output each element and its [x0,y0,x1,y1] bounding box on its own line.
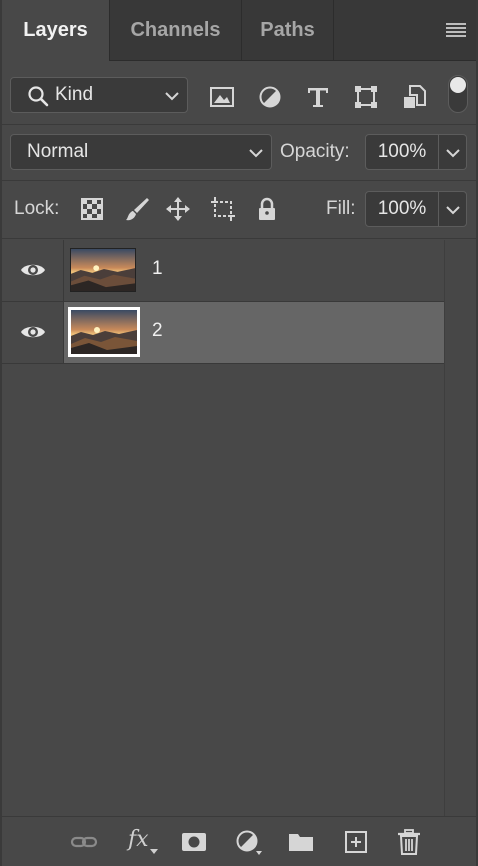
blend-row: Normal Opacity: 100% [2,125,476,181]
filter-row: Kind [2,61,476,125]
fx-icon[interactable]: fx [124,827,160,855]
layers-panel: Layers Channels Paths Kind Normal Opacit… [0,0,478,866]
layer-list-scrollbar[interactable] [444,240,476,816]
delete-layer-icon[interactable] [395,829,423,855]
fx-dropdown-arrow-icon [150,849,158,854]
bottom-toolbar: fx [2,816,476,866]
fill-dropdown-button[interactable] [439,191,467,227]
chevron-down-icon [165,92,179,101]
toggle-knob [450,77,466,93]
layer-row-selected[interactable]: 2 [2,302,444,364]
chevron-down-icon [446,206,460,215]
layer-row[interactable]: 1 [2,240,444,302]
layer-list: 1 2 [2,240,444,816]
layer-name[interactable]: 2 [152,320,163,342]
fill-input[interactable]: 100% [365,191,439,227]
new-layer-icon[interactable] [342,829,370,855]
lock-image-pixels-brush-icon[interactable] [124,196,150,222]
lock-artboard-icon[interactable] [210,196,236,222]
lock-position-move-icon[interactable] [165,196,191,222]
lock-transparent-pixels-icon[interactable] [79,196,105,222]
type-filter-icon[interactable] [305,85,331,109]
landscape-thumbnail-image [71,310,137,354]
fill-label: Fill: [326,198,356,219]
opacity-label: Opacity: [280,141,350,162]
adjustment-layer-icon[interactable] [234,829,262,855]
visibility-toggle[interactable] [2,302,64,363]
tab-layers[interactable]: Layers [2,0,110,61]
search-icon [28,86,49,107]
panel-menu-icon[interactable] [446,22,466,38]
lock-row: Lock: Fill: 100% [2,181,476,239]
adjustment-filter-icon[interactable] [257,85,283,109]
lock-label: Lock: [14,198,60,219]
opacity-dropdown-button[interactable] [439,134,467,170]
smart-object-filter-icon[interactable] [401,85,427,109]
layer-name[interactable]: 1 [152,258,163,280]
filter-toggle-switch[interactable] [448,75,468,113]
opacity-input[interactable]: 100% [365,134,439,170]
layer-mask-icon[interactable] [180,829,208,855]
visibility-toggle[interactable] [2,240,64,301]
tab-channels[interactable]: Channels [110,0,242,60]
chevron-down-icon [249,149,263,158]
image-filter-icon[interactable] [209,85,235,109]
layer-thumbnail[interactable] [68,307,140,357]
blend-mode-dropdown[interactable]: Normal [10,134,272,170]
eye-icon [21,264,45,276]
blend-mode-label: Normal [27,141,89,162]
kind-filter-label: Kind [55,84,94,105]
group-folder-icon[interactable] [287,829,315,855]
link-layers-icon[interactable] [70,829,98,855]
kind-filter-dropdown[interactable]: Kind [10,77,188,113]
panel-tab-bar: Layers Channels Paths [2,0,476,61]
landscape-thumbnail-image [71,249,135,291]
layer-thumbnail[interactable] [70,248,136,292]
shape-filter-icon[interactable] [353,85,379,109]
chevron-down-icon [446,149,460,158]
lock-all-padlock-icon[interactable] [254,196,280,222]
eye-icon [21,326,45,338]
tab-paths[interactable]: Paths [242,0,334,60]
